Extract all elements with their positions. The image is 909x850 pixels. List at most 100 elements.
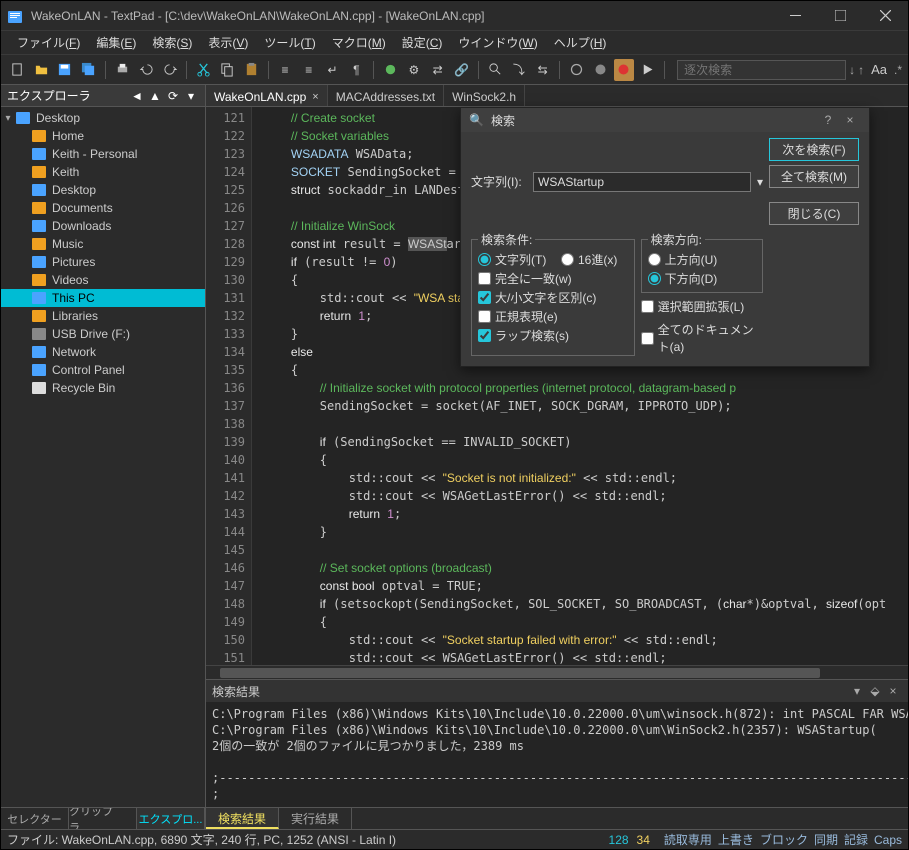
compare-icon[interactable]: ⇄: [427, 59, 448, 81]
find-all-button[interactable]: 全て検索(M): [769, 165, 859, 188]
explorer-panel: エクスプローラ ◄ ▲ ⟳ ▾ ▾DesktopHomeKeith - Pers…: [1, 85, 206, 829]
find-next-icon[interactable]: ⤵: [509, 59, 530, 81]
record-icon[interactable]: [614, 59, 635, 81]
tree-node[interactable]: Desktop: [1, 181, 205, 199]
chk-regex[interactable]: [478, 310, 491, 323]
tree-node[interactable]: Keith: [1, 163, 205, 181]
play-icon[interactable]: [637, 59, 658, 81]
chk-case[interactable]: [478, 291, 491, 304]
results-tab[interactable]: 検索結果: [206, 808, 279, 829]
circle1-icon[interactable]: [566, 59, 587, 81]
file-tab[interactable]: MACAddresses.txt: [328, 85, 444, 106]
tree-node[interactable]: Pictures: [1, 253, 205, 271]
maximize-button[interactable]: [818, 1, 863, 31]
run-icon[interactable]: [380, 59, 401, 81]
menu-item[interactable]: マクロ(M): [324, 32, 394, 53]
menu-item[interactable]: ヘルプ(H): [546, 32, 615, 53]
search-input[interactable]: [533, 172, 751, 192]
menu-item[interactable]: ウインドウ(W): [450, 32, 545, 53]
chk-extend[interactable]: [641, 300, 654, 313]
indent-right-icon[interactable]: ≡: [298, 59, 319, 81]
tree-node[interactable]: ▾Desktop: [1, 109, 205, 127]
tree-node[interactable]: Videos: [1, 271, 205, 289]
redo-icon[interactable]: [160, 59, 181, 81]
regex-toggle[interactable]: .*: [894, 63, 902, 77]
explorer-menu-icon[interactable]: ▾: [183, 88, 199, 104]
close-tab-icon[interactable]: ×: [312, 91, 318, 103]
para-icon[interactable]: ¶: [346, 59, 367, 81]
menu-item[interactable]: 検索(S): [144, 32, 200, 53]
search-dropdown-icon[interactable]: ▾: [757, 175, 763, 189]
chk-wrap[interactable]: [478, 329, 491, 342]
copy-icon[interactable]: [217, 59, 238, 81]
new-file-icon[interactable]: [7, 59, 28, 81]
search-dialog-icon: 🔍: [469, 113, 485, 127]
cut-icon[interactable]: [193, 59, 214, 81]
save-all-icon[interactable]: [78, 59, 99, 81]
tree-node[interactable]: Documents: [1, 199, 205, 217]
horizontal-scrollbar[interactable]: [206, 665, 908, 679]
menu-item[interactable]: ツール(T): [256, 32, 323, 53]
print-icon[interactable]: [112, 59, 133, 81]
menu-item[interactable]: 表示(V): [200, 32, 256, 53]
paste-icon[interactable]: [241, 59, 262, 81]
explorer-refresh-icon[interactable]: ⟳: [165, 88, 181, 104]
open-file-icon[interactable]: [31, 59, 52, 81]
results-pin-icon[interactable]: ⬙: [866, 684, 884, 698]
tree-node[interactable]: This PC: [1, 289, 205, 307]
results-close-icon[interactable]: ×: [884, 684, 902, 698]
radio-text[interactable]: [478, 253, 491, 266]
explorer-tab[interactable]: エクスプロ...: [137, 808, 205, 829]
indent-left-icon[interactable]: ≡: [275, 59, 296, 81]
explorer-back-icon[interactable]: ◄: [129, 88, 145, 104]
minimize-button[interactable]: [773, 1, 818, 31]
toolbar: ≡ ≡ ↵ ¶ ⚙ ⇄ 🔗 ⤵ ⇆ ↓ ↑ Aa .*: [1, 55, 908, 85]
chk-whole[interactable]: [478, 272, 491, 285]
tree-node[interactable]: Control Panel: [1, 361, 205, 379]
explorer-up-icon[interactable]: ▲: [147, 88, 163, 104]
radio-hex[interactable]: [561, 253, 574, 266]
radio-up[interactable]: [648, 253, 661, 266]
tool1-icon[interactable]: ⚙: [403, 59, 424, 81]
case-toggle[interactable]: Aa: [867, 62, 891, 77]
find-icon[interactable]: [485, 59, 506, 81]
file-tab[interactable]: WinSock2.h: [444, 85, 525, 106]
tree-node[interactable]: Libraries: [1, 307, 205, 325]
find-next-button[interactable]: 次を検索(F): [769, 138, 859, 161]
chk-alldocs[interactable]: [641, 332, 654, 345]
dialog-help-icon[interactable]: ?: [817, 113, 839, 127]
search-conditions: 検索条件: 文字列(T) 16進(x) 完全に一致(w) 大/小文字を区別(c)…: [471, 231, 635, 356]
circle2-icon[interactable]: [590, 59, 611, 81]
replace-icon[interactable]: ⇆: [532, 59, 553, 81]
status-flags: 読取専用上書きブロック同期記録Caps: [658, 831, 902, 848]
wrap-icon[interactable]: ↵: [322, 59, 343, 81]
undo-icon[interactable]: [136, 59, 157, 81]
results-dropdown-icon[interactable]: ▾: [848, 684, 866, 698]
arrow-down-icon[interactable]: ↓: [849, 63, 855, 77]
menu-item[interactable]: 設定(C): [394, 32, 451, 53]
save-icon[interactable]: [55, 59, 76, 81]
link-icon[interactable]: 🔗: [451, 59, 472, 81]
results-body[interactable]: C:\Program Files (x86)\Windows Kits\10\I…: [206, 702, 908, 807]
app-icon: [7, 9, 23, 23]
quick-search-input[interactable]: [677, 60, 846, 80]
arrow-up-icon[interactable]: ↑: [858, 63, 864, 77]
close-dialog-button[interactable]: 閉じる(C): [769, 202, 859, 225]
close-button[interactable]: [863, 1, 908, 31]
window-title: WakeOnLAN - TextPad - [C:\dev\WakeOnLAN\…: [29, 9, 773, 23]
file-tab[interactable]: WakeOnLAN.cpp×: [206, 85, 328, 106]
explorer-tab[interactable]: クリップ ラ...: [69, 808, 137, 829]
radio-down[interactable]: [648, 272, 661, 285]
tree-node[interactable]: USB Drive (F:): [1, 325, 205, 343]
tree-node[interactable]: Downloads: [1, 217, 205, 235]
results-tab[interactable]: 実行結果: [279, 808, 352, 829]
explorer-tab[interactable]: セレクター: [1, 808, 69, 829]
tree-node[interactable]: Network: [1, 343, 205, 361]
tree-node[interactable]: Keith - Personal: [1, 145, 205, 163]
dialog-close-icon[interactable]: ×: [839, 113, 861, 127]
menu-item[interactable]: ファイル(F): [9, 32, 88, 53]
tree-node[interactable]: Music: [1, 235, 205, 253]
menu-item[interactable]: 編集(E): [88, 32, 144, 53]
tree-node[interactable]: Home: [1, 127, 205, 145]
tree-node[interactable]: Recycle Bin: [1, 379, 205, 397]
